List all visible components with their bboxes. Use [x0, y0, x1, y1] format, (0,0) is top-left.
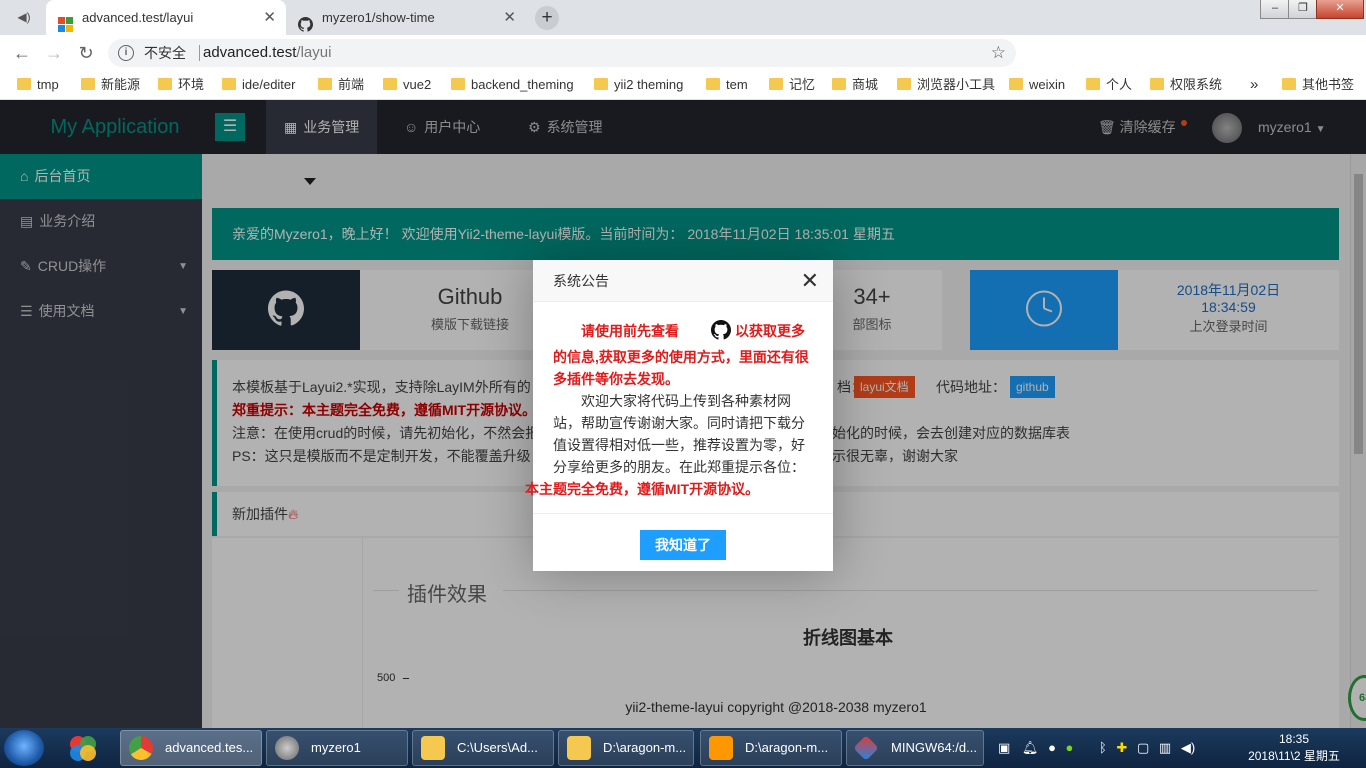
windows-taskbar: advanced.tes... myzero1 C:\Users\Ad... D… [0, 728, 1366, 768]
window-close-button[interactable]: ✕ [1316, 0, 1364, 19]
folder-icon [567, 736, 591, 760]
maximize-button[interactable]: ❐ [1288, 0, 1318, 19]
dialog-warning: 本主题完全免费，遵循MIT开源协议。 [525, 481, 760, 497]
wechat-icon[interactable]: ● [1066, 740, 1074, 755]
volume-icon[interactable]: ◀) [1181, 740, 1195, 755]
tray-app-icon[interactable]: ▢ [1137, 740, 1149, 755]
bluetooth-icon[interactable]: ᛒ [1099, 740, 1107, 755]
dialog-body: 请使用前先查看 以获取更多的信息,获取更多的使用方式，里面还有很多插件等你去发现。… [525, 302, 833, 514]
bookmarks-overflow-button[interactable]: » [1250, 70, 1258, 100]
dialog-header: 系统公告 ✕ [533, 260, 833, 302]
bookmark-folder[interactable]: 环境 [156, 70, 204, 100]
sublime-icon [709, 736, 733, 760]
close-icon[interactable]: ✕ [801, 260, 819, 302]
forward-button[interactable]: → [42, 41, 66, 65]
github-favicon-icon [298, 10, 313, 32]
start-button[interactable] [4, 730, 44, 766]
dialog-footer: 我知道了 [533, 514, 833, 560]
other-bookmarks-folder[interactable]: 其他书签 [1280, 70, 1354, 100]
pinned-app-icon[interactable] [56, 731, 110, 765]
bookmark-folder[interactable]: ide/editer [220, 70, 295, 100]
bookmark-folder[interactable]: yii2 theming [592, 70, 683, 100]
taskbar-item-chrome[interactable]: advanced.tes... [120, 730, 262, 766]
divider [199, 45, 200, 61]
taskbar-item-github[interactable]: myzero1 [266, 730, 408, 766]
clock-time: 18:35 [1278, 732, 1310, 746]
taskbar-item-sublime[interactable]: D:\aragon-m... [700, 730, 842, 766]
url-text[interactable]: advanced.test/layui [203, 39, 331, 67]
bookmark-folder[interactable]: 记忆 [767, 70, 815, 100]
dialog-paragraph: 欢迎大家将代码上传到各种素材网站，帮助宣传谢谢大家。同时请把下载分值设置得相对低… [525, 393, 805, 497]
tab-close-icon[interactable]: ✕ [503, 0, 516, 35]
taskbar-item-explorer[interactable]: C:\Users\Ad... [412, 730, 554, 766]
browser-tab[interactable]: myzero1/show-time ✕ [286, 0, 526, 35]
git-icon [853, 735, 879, 761]
back-button[interactable]: ← [10, 41, 34, 65]
avatar-icon [275, 736, 299, 760]
layui-favicon-icon [58, 10, 73, 32]
tab-close-icon[interactable]: ✕ [263, 0, 276, 35]
bookmark-folder[interactable]: tmp [15, 70, 59, 100]
address-bar[interactable]: i 不安全 advanced.test/layui ☆ [108, 39, 1016, 67]
browser-tabstrip: ◀) advanced.test/layui ✕ myzero1/show-ti… [0, 0, 1366, 35]
tab-title: myzero1/show-time [322, 10, 435, 25]
system-clock[interactable]: 18:35 2018\11\2 星期五 [1244, 731, 1344, 765]
info-icon[interactable]: i [118, 45, 134, 61]
bookmark-folder[interactable]: 权限系统 [1148, 70, 1222, 100]
bookmark-folder[interactable]: 个人 [1084, 70, 1132, 100]
clock-date: 2018\11\2 星期五 [1248, 749, 1340, 763]
browser-tab-active[interactable]: advanced.test/layui ✕ [46, 0, 286, 35]
bookmark-folder[interactable]: 前端 [316, 70, 364, 100]
bookmark-folder[interactable]: tem [704, 70, 748, 100]
tray-app-icon[interactable]: ▣ [998, 740, 1010, 755]
announcement-dialog: 系统公告 ✕ 请使用前先查看 以获取更多的信息,获取更多的使用方式，里面还有很多插… [525, 260, 833, 571]
tray-app-icon[interactable]: ✚ [1116, 740, 1127, 755]
bookmark-star-icon[interactable]: ☆ [991, 39, 1006, 67]
bell-icon[interactable]: 🔔︎ [1022, 740, 1039, 755]
bookmark-folder[interactable]: vue2 [381, 70, 431, 100]
tray-app-icon[interactable]: ● [1048, 740, 1056, 755]
tab-audio-icon[interactable]: ◀) [6, 4, 42, 30]
bookmark-folder[interactable]: 浏览器小工具 [895, 70, 995, 100]
network-icon[interactable]: ▥ [1159, 740, 1171, 755]
dialog-title: 系统公告 [553, 273, 609, 289]
taskbar-item-explorer[interactable]: D:\aragon-m... [558, 730, 694, 766]
system-tray: ▣ 🔔︎ ● ● ᛒ ✚ ▢ ▥ ◀) [994, 728, 1234, 768]
bookmark-folder[interactable]: weixin [1007, 70, 1065, 100]
bookmarks-bar: tmp 新能源 环境 ide/editer 前端 vue2 backend_th… [0, 70, 1366, 100]
folder-icon [421, 736, 445, 760]
dialog-paragraph: 请使用前先查看 以获取更多的信息,获取更多的使用方式，里面还有很多插件等你去发现。 [553, 320, 813, 390]
bookmark-folder[interactable]: 新能源 [79, 70, 140, 100]
new-tab-button[interactable]: + [535, 6, 559, 30]
bookmark-folder[interactable]: 商城 [830, 70, 878, 100]
tab-title: advanced.test/layui [82, 10, 194, 25]
github-icon[interactable] [683, 320, 731, 346]
chrome-icon [129, 736, 153, 760]
acknowledge-button[interactable]: 我知道了 [640, 530, 726, 560]
taskbar-item-git-bash[interactable]: MINGW64:/d... [846, 730, 984, 766]
security-label[interactable]: 不安全 [144, 39, 186, 67]
reload-button[interactable]: ↻ [74, 41, 98, 65]
minimize-button[interactable]: ‒ [1260, 0, 1290, 19]
address-toolbar: ← → ↻ i 不安全 advanced.test/layui ☆ W ⋮ [0, 35, 1366, 97]
bookmark-folder[interactable]: backend_theming [449, 70, 574, 100]
